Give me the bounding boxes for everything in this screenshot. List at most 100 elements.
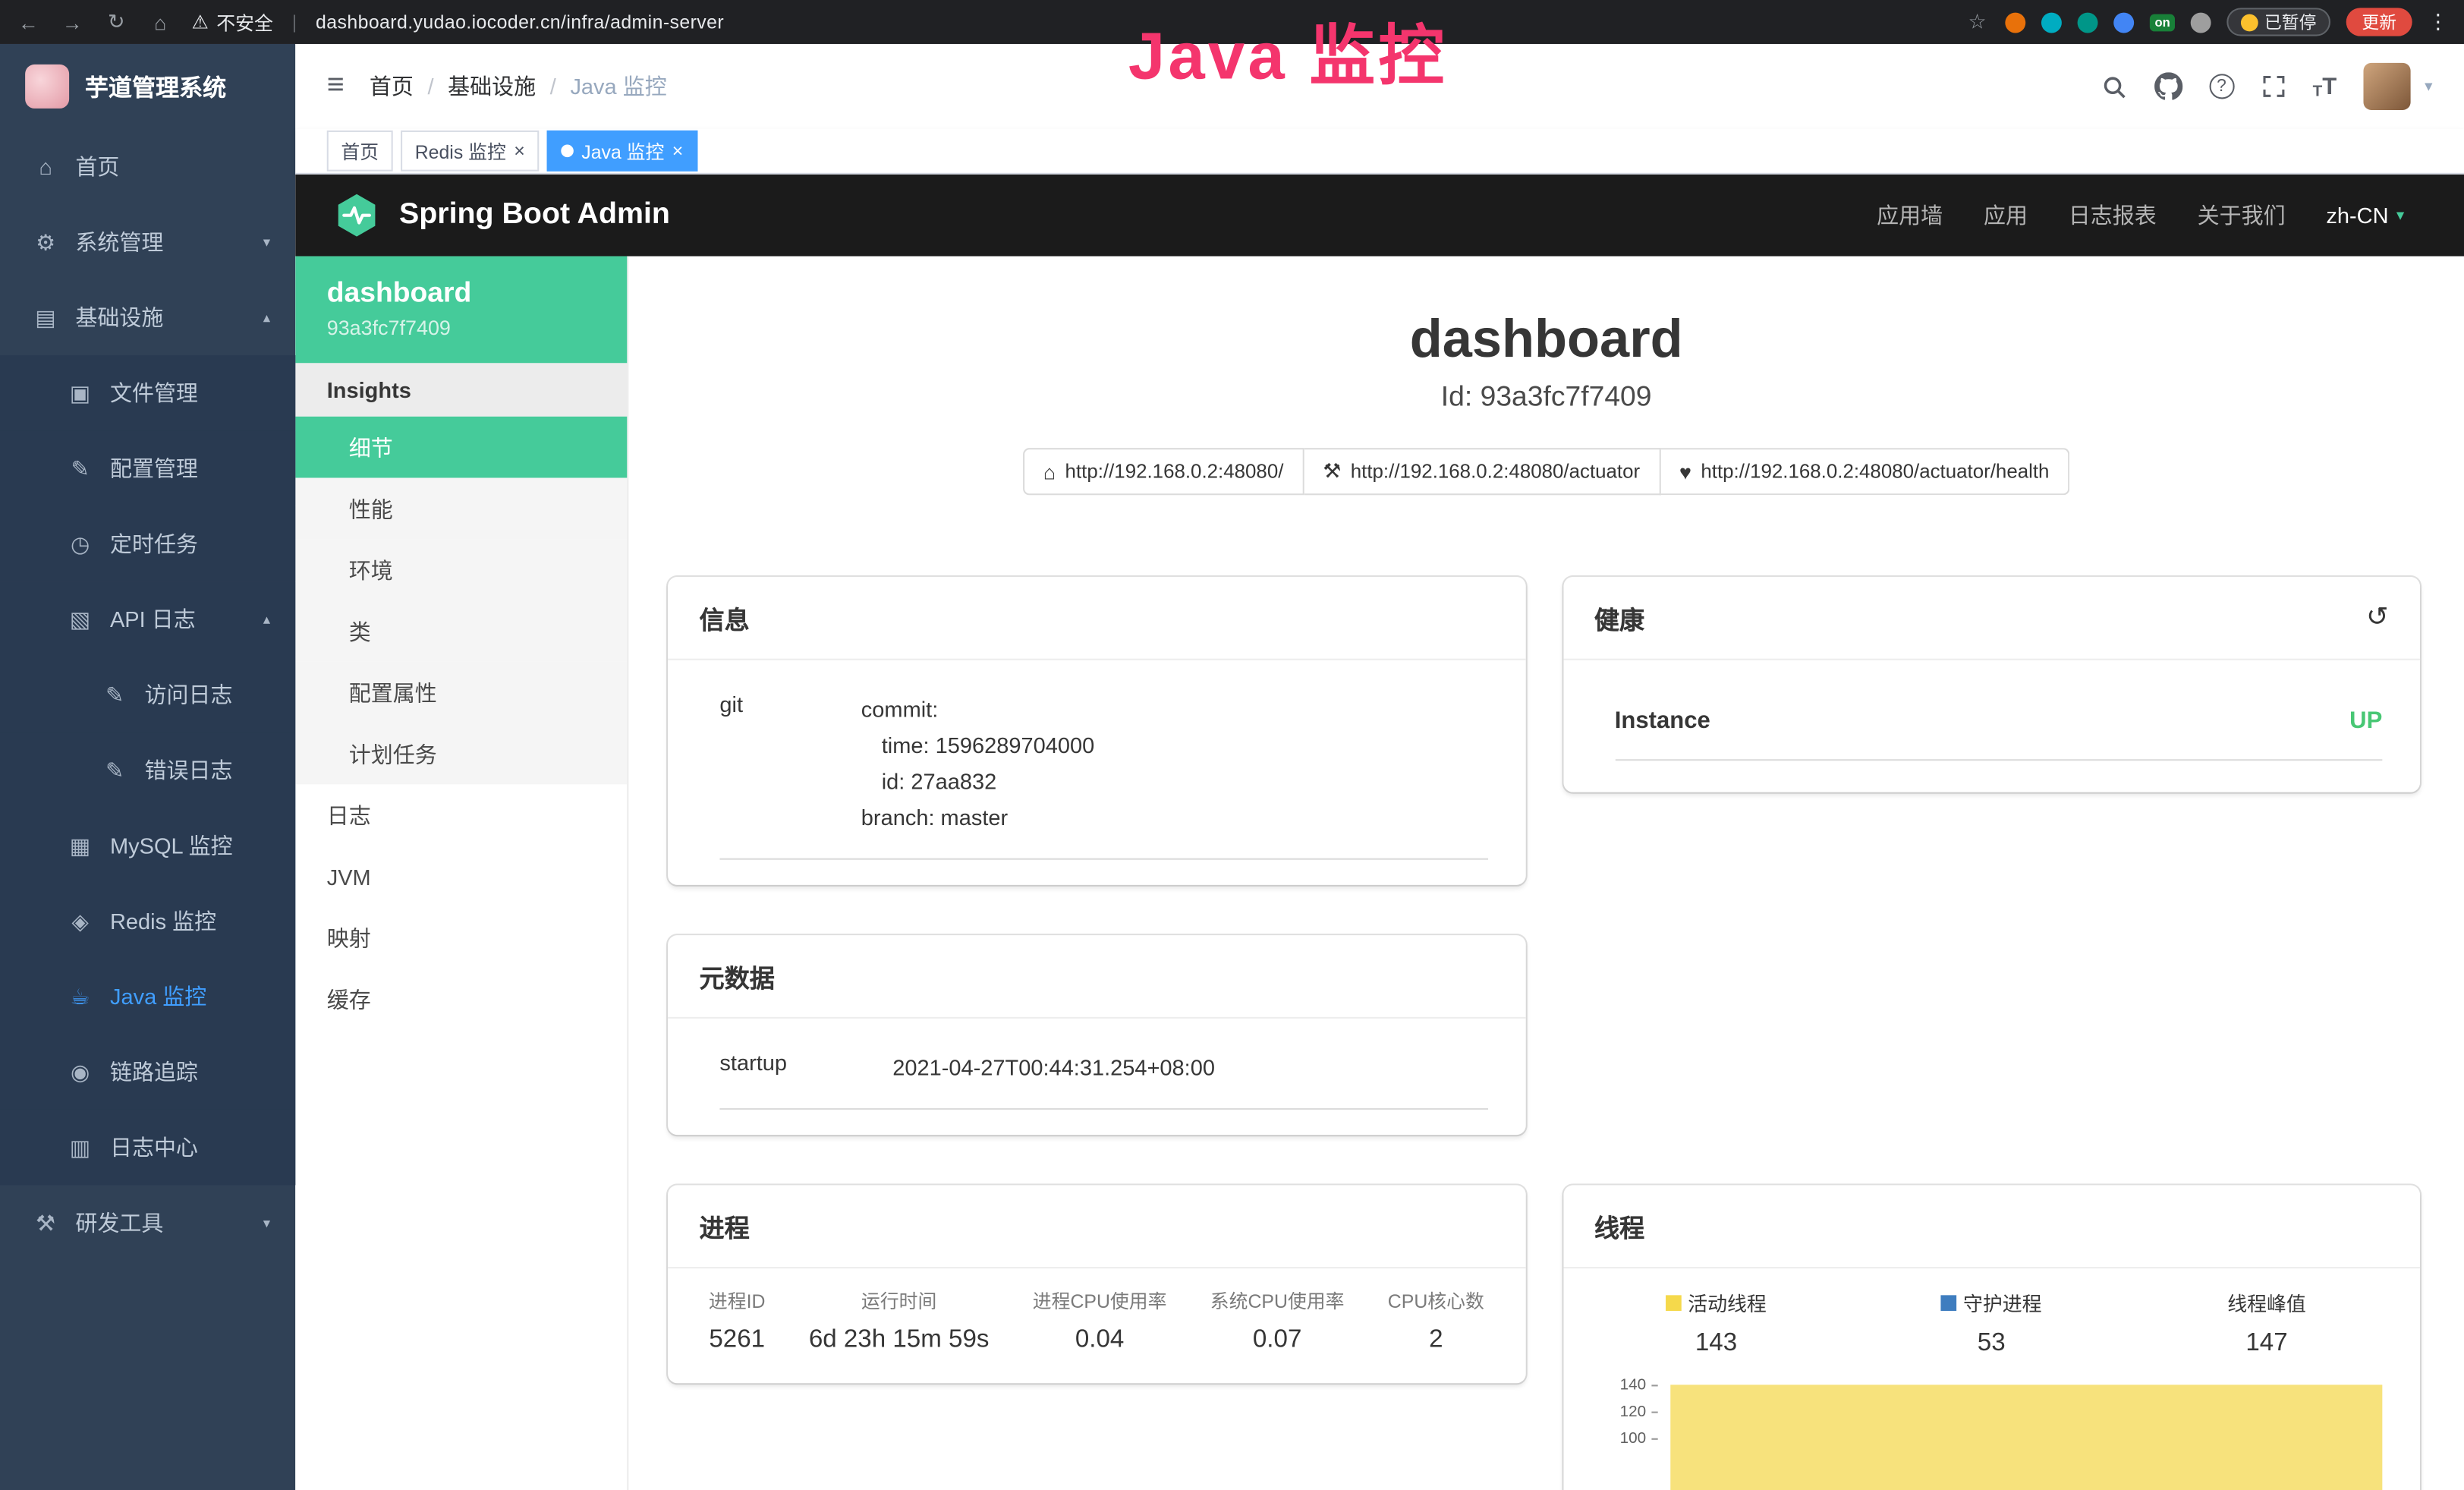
sidebar-item-label: 链路追踪 xyxy=(110,1057,198,1088)
sidebar-item-log-center[interactable]: ▥ 日志中心 xyxy=(0,1110,295,1185)
tab-java-monitor[interactable]: Java 监控 × xyxy=(547,131,697,172)
emoji-face-icon xyxy=(2241,14,2258,31)
address-url[interactable]: dashboard.yudao.iocoder.cn/infra/admin-s… xyxy=(316,11,724,33)
extension-icon[interactable] xyxy=(2078,12,2098,33)
font-size-icon[interactable]: TT xyxy=(2313,73,2337,99)
help-icon[interactable]: ? xyxy=(2209,74,2234,99)
extension-icon[interactable] xyxy=(2006,12,2026,33)
sidebar-item-trace[interactable]: ◉ 链路追踪 xyxy=(0,1035,295,1110)
threads-card-title: 线程 xyxy=(1562,1185,2420,1268)
mysql-icon: ▦ xyxy=(66,832,94,858)
update-button[interactable]: 更新 xyxy=(2346,8,2412,36)
history-icon[interactable]: ↺ xyxy=(2366,602,2389,633)
sidebar-item-redis-monitor[interactable]: ◈ Redis 监控 xyxy=(0,884,295,959)
sidebar-item-mysql-monitor[interactable]: ▦ MySQL 监控 xyxy=(0,808,295,883)
sba-brand[interactable]: Spring Boot Admin xyxy=(333,192,670,239)
sba-item-classes[interactable]: 类 xyxy=(295,600,627,662)
sba-instance-header[interactable]: dashboard 93a3fc7f7409 xyxy=(295,257,627,364)
sba-nav-journal[interactable]: 日志报表 xyxy=(2069,200,2157,231)
y-tick: 100 xyxy=(1620,1430,1647,1447)
tab-home[interactable]: 首页 xyxy=(327,131,393,172)
sidebar-item-infrastructure[interactable]: ▤ 基础设施 ▴ xyxy=(0,280,295,355)
chevron-down-icon: ▾ xyxy=(263,1214,270,1232)
sidebar-item-access-logs[interactable]: ✎ 访问日志 xyxy=(0,657,295,732)
chrome-home-icon[interactable]: ⌂ xyxy=(148,10,173,33)
sba-brand-label: Spring Boot Admin xyxy=(399,198,670,233)
legend-live-threads: 活动线程 143 xyxy=(1578,1287,1854,1358)
locale-selector[interactable]: zh-CN ▾ xyxy=(2326,203,2404,228)
instance-link-health[interactable]: ♥ http://192.168.0.2:48080/actuator/heal… xyxy=(1660,448,2069,495)
sba-nav-wallboard[interactable]: 应用墙 xyxy=(1877,200,1943,231)
process-card-title: 进程 xyxy=(668,1185,1525,1268)
topbar-actions: ? TT ▾ xyxy=(2101,63,2433,110)
sidebar-fold-icon[interactable]: ≡ xyxy=(327,69,345,104)
fullscreen-icon[interactable] xyxy=(2261,74,2286,99)
sba-item-jvm[interactable]: JVM xyxy=(295,846,627,907)
sidebar-item-scheduled-tasks[interactable]: ◷ 定时任务 xyxy=(0,506,295,581)
breadcrumb: 首页 / 基础设施 / Java 监控 xyxy=(370,71,667,102)
github-icon[interactable] xyxy=(2154,72,2182,100)
instance-link-home[interactable]: ⌂ http://192.168.0.2:48080/ xyxy=(1023,448,1304,495)
reload-icon[interactable]: ↻ xyxy=(104,9,129,34)
sidebar-item-dev-tools[interactable]: ⚒ 研发工具 ▾ xyxy=(0,1185,295,1260)
git-id-line: id: 27aa832 xyxy=(861,764,1094,800)
sba-item-scheduled-tasks[interactable]: 计划任务 xyxy=(295,723,627,785)
wrench-icon: ⚒ xyxy=(1323,459,1341,484)
extension-icon[interactable] xyxy=(2191,12,2211,33)
sidebar-item-api-logs[interactable]: ▧ API 日志 ▴ xyxy=(0,581,295,657)
chevron-up-icon: ▴ xyxy=(263,309,270,326)
sba-nav-about[interactable]: 关于我们 xyxy=(2198,200,2286,231)
close-icon[interactable]: × xyxy=(514,140,525,162)
browser-menu-icon[interactable]: ⋮ xyxy=(2428,9,2448,34)
close-icon[interactable]: × xyxy=(672,140,684,162)
back-icon[interactable]: ← xyxy=(16,10,41,33)
breadcrumb-separator: / xyxy=(427,74,433,99)
security-indicator[interactable]: ⚠ 不安全 xyxy=(192,8,273,35)
profile-paused-badge[interactable]: 已暂停 xyxy=(2226,8,2330,36)
health-instance-label: Instance xyxy=(1615,707,1710,734)
sidebar-item-java-monitor[interactable]: ☕ Java 监控 xyxy=(0,959,295,1034)
timer-icon: ◷ xyxy=(66,531,94,557)
metadata-card-title: 元数据 xyxy=(668,935,1525,1019)
sidebar-item-file-management[interactable]: ▣ 文件管理 xyxy=(0,355,295,430)
tab-redis-monitor[interactable]: Redis 监控 × xyxy=(401,131,539,172)
breadcrumb-separator: / xyxy=(550,74,556,99)
sidebar-item-label: 系统管理 xyxy=(75,226,163,257)
breadcrumb-section[interactable]: 基础设施 xyxy=(448,71,536,102)
forward-icon[interactable]: → xyxy=(60,10,85,33)
sba-item-performance[interactable]: 性能 xyxy=(295,478,627,540)
sidebar-item-label: API 日志 xyxy=(110,603,196,635)
bookmark-star-icon[interactable]: ☆ xyxy=(1965,9,1990,34)
chevron-up-icon: ▴ xyxy=(263,611,270,628)
sidebar-item-home[interactable]: ⌂ 首页 xyxy=(0,129,295,204)
extension-icon[interactable] xyxy=(2041,12,2062,33)
search-icon[interactable] xyxy=(2101,73,2127,99)
sba-item-mappings[interactable]: 映射 xyxy=(295,907,627,969)
breadcrumb-home[interactable]: 首页 xyxy=(370,71,414,102)
sba-item-logs[interactable]: 日志 xyxy=(295,784,627,846)
extension-on-badge[interactable]: on xyxy=(2150,14,2175,31)
instance-link-actuator[interactable]: ⚒ http://192.168.0.2:48080/actuator xyxy=(1304,448,1660,495)
extension-icon[interactable] xyxy=(2114,12,2135,33)
sba-item-config-props[interactable]: 配置属性 xyxy=(295,662,627,723)
status-badge: UP xyxy=(2349,707,2382,734)
sba-item-environment[interactable]: 环境 xyxy=(295,539,627,600)
sidebar-item-label: 文件管理 xyxy=(110,377,198,408)
sidebar-item-system-management[interactable]: ⚙ 系统管理 ▾ xyxy=(0,204,295,279)
sba-item-caches[interactable]: 缓存 xyxy=(295,969,627,1030)
sba-item-details[interactable]: 细节 xyxy=(295,417,627,478)
metadata-value: 2021-04-27T00:44:31.254+08:00 xyxy=(892,1050,1215,1086)
sba-nav-applications[interactable]: 应用 xyxy=(1984,200,2028,231)
sidebar-item-config-management[interactable]: ✎ 配置管理 xyxy=(0,430,295,506)
metadata-key: startup xyxy=(719,1050,892,1086)
heart-icon: ♥ xyxy=(1679,460,1691,484)
trace-icon: ◉ xyxy=(66,1059,94,1085)
avatar-caret-icon[interactable]: ▾ xyxy=(2425,78,2432,96)
health-card-title: 健康 xyxy=(1594,599,1644,637)
info-card: 信息 git commit: time: 1596289704000 id: 2… xyxy=(668,577,1525,885)
active-tab-dot xyxy=(561,145,574,158)
user-avatar[interactable] xyxy=(2363,63,2410,110)
sidebar-item-label: 研发工具 xyxy=(75,1207,163,1238)
spring-boot-admin: Spring Boot Admin 应用墙 应用 日志报表 关于我们 zh-CN… xyxy=(295,175,2464,1490)
sidebar-item-error-logs[interactable]: ✎ 错误日志 xyxy=(0,732,295,808)
